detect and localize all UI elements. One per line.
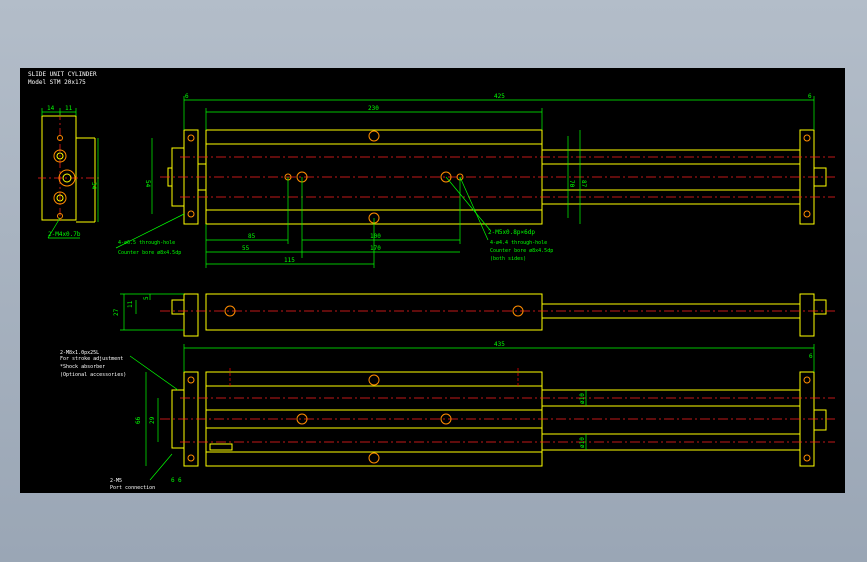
dim-6-left: 6 [185, 93, 189, 100]
drawing-title: SLIDE UNIT CYLINDER [28, 71, 97, 78]
front-left-plate [183, 293, 199, 337]
dim-6d: 6 [171, 477, 175, 484]
note-thru1b: Counter bore ø8x4.5dp [118, 250, 181, 256]
note-shock: *Shock absorber [60, 364, 105, 370]
note-shock-b: (Optional accessories) [60, 372, 126, 378]
front-body [205, 293, 543, 331]
bottom-view: 435 6 ø10 ø10 66 29 6 6 2-M8x1.0px25L Fo… [60, 341, 835, 491]
dim-6e: 6 [178, 477, 182, 484]
dim-100: 100 [370, 233, 381, 240]
dim-11: 11 [65, 105, 73, 112]
dim-115: 115 [284, 257, 295, 264]
dim-27: 27 [113, 308, 120, 316]
front-right-plate [799, 293, 815, 337]
dim-55: 55 [242, 245, 250, 252]
dim-phi10b: ø10 [579, 437, 586, 448]
drawing-model: Model STM 20x175 [28, 79, 86, 86]
note-port-b: Port connection [110, 485, 155, 491]
dim-6-right: 6 [808, 93, 812, 100]
note-thru2b: Counter bore ø8x4.5dp [490, 248, 553, 254]
dim-85: 85 [248, 233, 256, 240]
note-port: 2-M5 [110, 478, 122, 484]
dim-phi10a: ø10 [579, 393, 586, 404]
front-view: 27 11 5 [113, 293, 835, 337]
note-thru2: 4-ø4.4 through-hole [490, 240, 547, 246]
note-m5: 2-M5x0.8p×6dp [488, 229, 535, 236]
dim-34: 34 [90, 182, 97, 190]
note-m8b: For stroke adjustment [60, 356, 123, 362]
dim-70: 70 [568, 180, 575, 188]
cad-drawing: SLIDE UNIT CYLINDER Model STM 20x175 14 … [28, 71, 835, 491]
dim-29: 29 [149, 416, 156, 424]
end-view: 14 11 34 2-M4x0.7b [38, 105, 100, 239]
dim-66: 66 [135, 416, 142, 424]
note-thru1: 4-ø6.5 through-hole [118, 240, 175, 246]
dim-54: 54 [144, 180, 151, 188]
dim-6c: 6 [809, 353, 813, 360]
dim-170: 170 [370, 245, 381, 252]
plan-view: 230 425 6 6 54 70 87 85 100 55 170 115 2… [115, 93, 835, 268]
dim-14: 14 [47, 105, 55, 112]
dim-5: 5 [143, 296, 150, 300]
dim-11b: 11 [127, 300, 134, 308]
dim-230: 230 [368, 105, 379, 112]
cad-drawing-viewport[interactable]: SLIDE UNIT CYLINDER Model STM 20x175 14 … [20, 68, 845, 493]
dim-435: 435 [494, 341, 505, 348]
note-thru2c: (both sides) [490, 256, 526, 262]
dim-425: 425 [494, 93, 505, 100]
dim-87: 87 [580, 180, 587, 188]
note-m4: 2-M4x0.7b [48, 231, 81, 238]
